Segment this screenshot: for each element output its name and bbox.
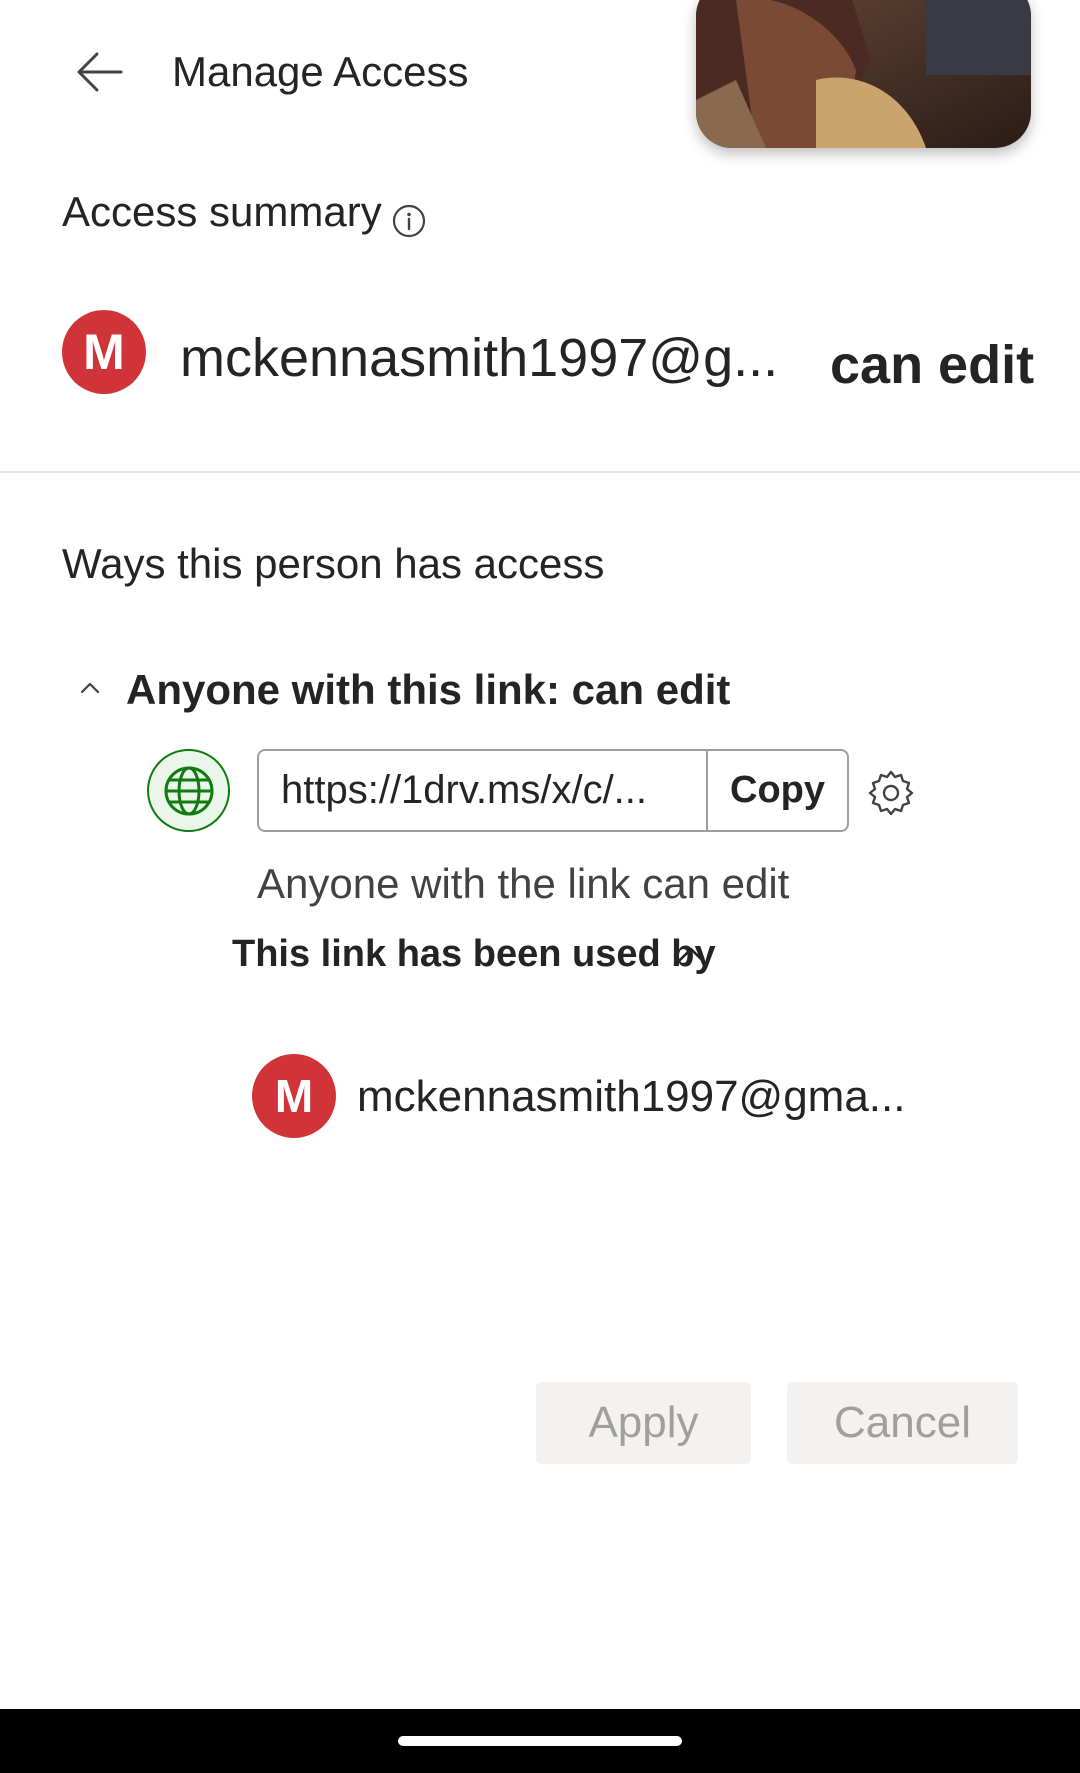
home-indicator[interactable]	[398, 1736, 682, 1746]
copy-button[interactable]: Copy	[708, 751, 847, 830]
link-section-title[interactable]: Anyone with this link: can edit	[126, 664, 730, 716]
permission-dropdown[interactable]: can edit	[830, 333, 1034, 397]
gear-icon[interactable]	[866, 768, 916, 818]
apply-button[interactable]: Apply	[536, 1382, 751, 1464]
chevron-up-icon[interactable]	[674, 940, 708, 968]
link-description: Anyone with the link can edit	[257, 860, 790, 907]
ways-heading: Ways this person has access	[62, 540, 605, 587]
chevron-up-icon[interactable]	[78, 676, 102, 700]
video-thumbnail[interactable]	[696, 0, 1031, 148]
share-link-url[interactable]: https://1drv.ms/x/c/...	[259, 751, 708, 830]
avatar: M	[252, 1054, 336, 1138]
share-link-field: https://1drv.ms/x/c/... Copy	[257, 749, 849, 832]
used-by-label[interactable]: This link has been used by	[232, 928, 716, 980]
access-summary-heading: Access summary	[62, 188, 382, 235]
info-icon[interactable]	[392, 204, 426, 238]
arrow-left-icon	[77, 52, 123, 97]
person-email: mckennasmith1997@g...	[180, 328, 779, 388]
avatar-initial: M	[274, 1070, 314, 1122]
avatar-initial: M	[83, 324, 125, 380]
divider	[0, 471, 1080, 473]
globe-icon	[147, 749, 230, 832]
used-by-email: mckennasmith1997@gma...	[357, 1072, 906, 1121]
cancel-button[interactable]: Cancel	[787, 1382, 1018, 1464]
avatar: M	[62, 310, 146, 394]
back-button[interactable]	[70, 44, 130, 104]
page-title: Manage Access	[172, 48, 469, 95]
